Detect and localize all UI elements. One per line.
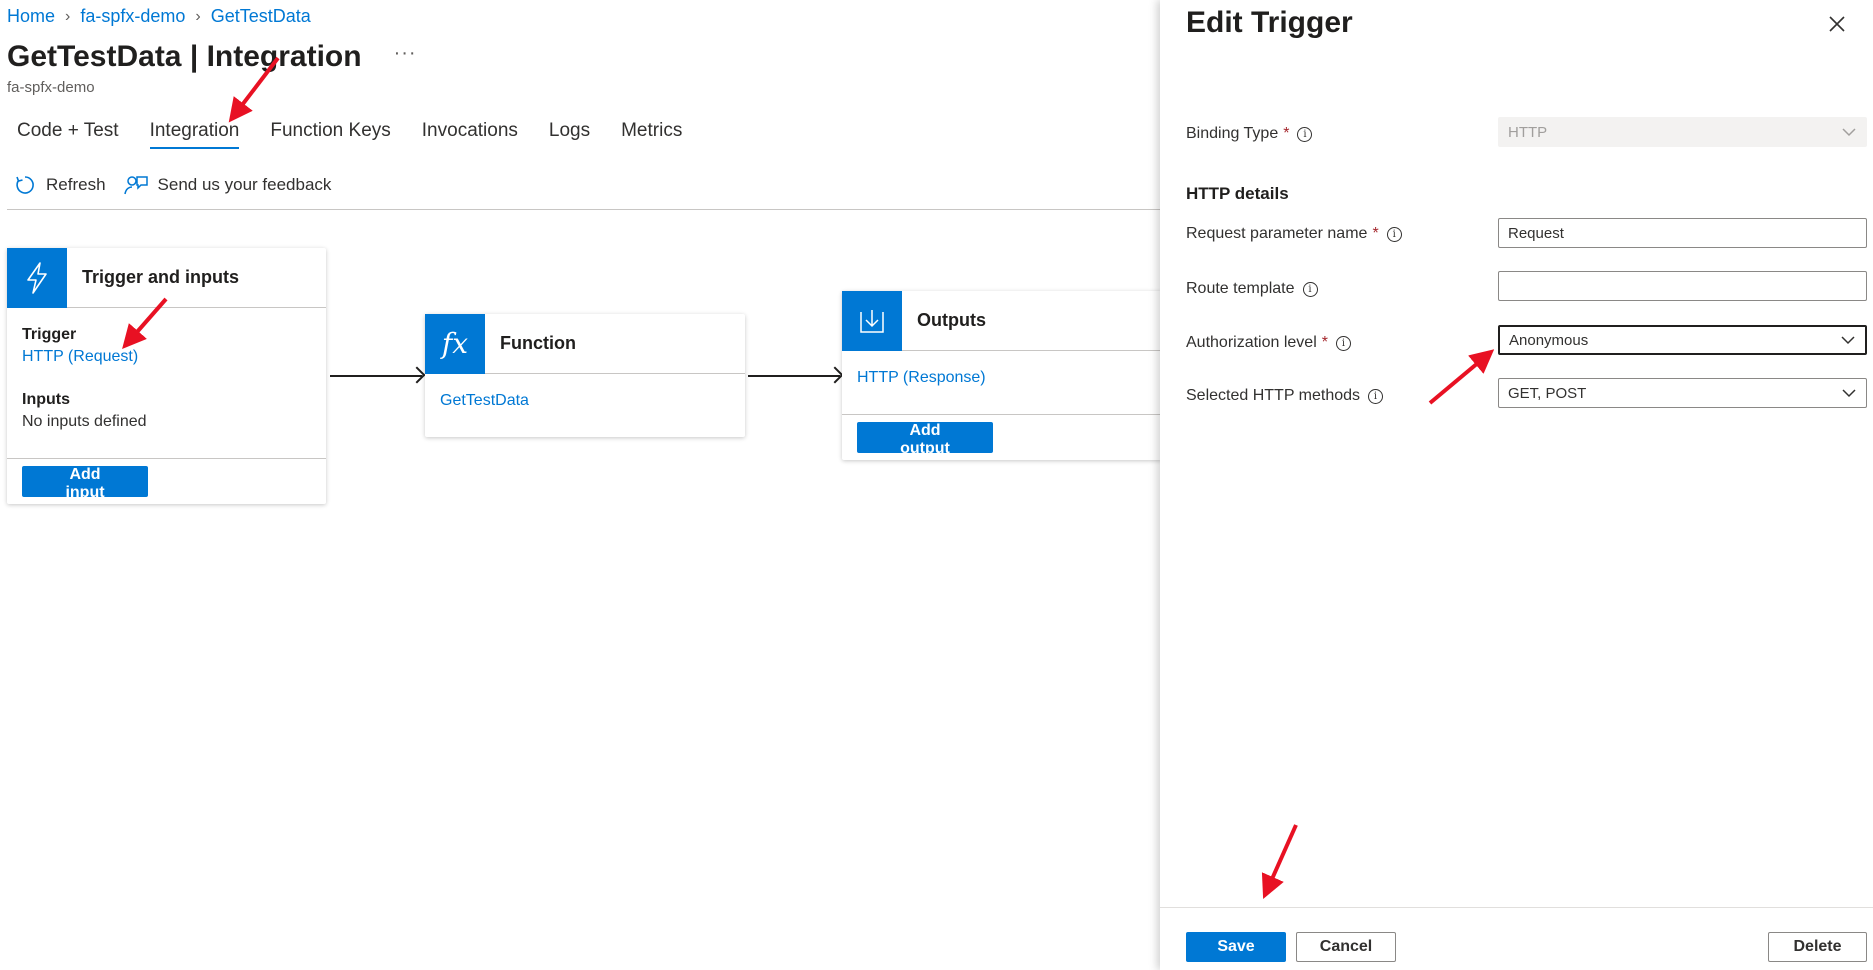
cancel-button[interactable]: Cancel <box>1296 932 1396 962</box>
page-subtitle: fa-spfx-demo <box>7 79 95 96</box>
outputs-card: Outputs HTTP (Response) Add output <box>842 290 1162 460</box>
page-title: GetTestData | Integration <box>7 40 362 73</box>
ellipsis-icon[interactable]: ··· <box>394 42 417 65</box>
toolbar-divider <box>7 209 1160 210</box>
chevron-down-icon <box>1842 128 1856 137</box>
breadcrumb-function[interactable]: GetTestData <box>211 6 311 27</box>
function-icon: fx <box>425 313 485 374</box>
auth-level-select[interactable]: Anonymous <box>1498 325 1867 355</box>
trigger-link[interactable]: HTTP (Request) <box>22 348 311 366</box>
auth-level-label: Authorization level * i <box>1186 334 1351 352</box>
feedback-button[interactable]: Send us your feedback <box>123 174 332 196</box>
chevron-right-icon: › <box>195 7 201 25</box>
connector-arrow <box>330 375 422 377</box>
refresh-button[interactable]: Refresh <box>14 174 106 196</box>
function-link[interactable]: GetTestData <box>440 392 730 410</box>
tab-bar: Code + Test Integration Function Keys In… <box>17 120 713 150</box>
tab-code-test[interactable]: Code + Test <box>17 120 119 150</box>
page-title-row: GetTestData | Integration ··· <box>7 40 417 74</box>
inputs-empty-text: No inputs defined <box>22 413 147 430</box>
breadcrumb-home[interactable]: Home <box>7 6 55 27</box>
http-methods-select[interactable]: GET, POST <box>1498 378 1867 408</box>
add-output-button[interactable]: Add output <box>857 422 993 457</box>
card-divider <box>7 458 326 459</box>
panel-title: Edit Trigger <box>1186 6 1353 39</box>
tab-metrics[interactable]: Metrics <box>621 120 682 150</box>
function-card: fx Function GetTestData <box>425 313 745 437</box>
close-icon[interactable] <box>1827 14 1847 39</box>
chevron-right-icon: › <box>65 7 71 25</box>
route-template-label: Route template i <box>1186 280 1318 298</box>
download-icon <box>842 290 902 351</box>
chevron-down-icon <box>1842 389 1856 398</box>
outputs-card-header: Outputs <box>842 290 1162 351</box>
info-icon[interactable]: i <box>1335 335 1351 351</box>
trigger-card: Trigger and inputs Trigger HTTP (Request… <box>7 247 326 504</box>
breadcrumb: Home › fa-spfx-demo › GetTestData <box>7 6 311 27</box>
request-param-input[interactable]: Request <box>1498 218 1867 248</box>
card-divider <box>842 414 1162 415</box>
refresh-icon <box>16 176 34 194</box>
trigger-card-title: Trigger and inputs <box>82 267 240 287</box>
breadcrumb-function-app[interactable]: fa-spfx-demo <box>80 6 185 27</box>
tab-function-keys[interactable]: Function Keys <box>270 120 390 150</box>
tab-invocations[interactable]: Invocations <box>422 120 518 150</box>
feedback-label: Send us your feedback <box>157 175 332 194</box>
output-link[interactable]: HTTP (Response) <box>857 369 1147 387</box>
inputs-label: Inputs <box>22 391 70 408</box>
lightning-icon <box>7 247 67 308</box>
request-param-label: Request parameter name * i <box>1186 225 1402 243</box>
http-details-heading: HTTP details <box>1186 184 1289 203</box>
info-icon[interactable]: i <box>1386 226 1402 242</box>
chevron-down-icon <box>1841 336 1855 345</box>
function-card-title: Function <box>500 333 576 353</box>
delete-button[interactable]: Delete <box>1768 932 1867 962</box>
info-icon[interactable]: i <box>1368 388 1384 404</box>
refresh-label: Refresh <box>46 175 106 194</box>
feedback-icon <box>123 176 148 195</box>
binding-type-label: Binding Type * i <box>1186 125 1313 143</box>
route-template-input[interactable] <box>1498 271 1867 301</box>
trigger-card-header: Trigger and inputs <box>7 247 326 308</box>
info-icon[interactable]: i <box>1297 126 1313 142</box>
function-card-header: fx Function <box>425 313 745 374</box>
connector-arrow <box>748 375 840 377</box>
save-button[interactable]: Save <box>1186 932 1286 962</box>
outputs-card-title: Outputs <box>917 310 986 330</box>
http-methods-label: Selected HTTP methods i <box>1186 387 1384 405</box>
binding-type-select: HTTP <box>1498 117 1867 147</box>
trigger-label: Trigger <box>22 326 77 343</box>
toolbar: Refresh Send us your feedback <box>14 174 349 196</box>
tab-logs[interactable]: Logs <box>549 120 590 150</box>
panel-footer-divider <box>1160 907 1873 908</box>
tab-integration[interactable]: Integration <box>149 120 239 150</box>
add-input-button[interactable]: Add input <box>22 466 148 501</box>
info-icon[interactable]: i <box>1302 281 1318 297</box>
